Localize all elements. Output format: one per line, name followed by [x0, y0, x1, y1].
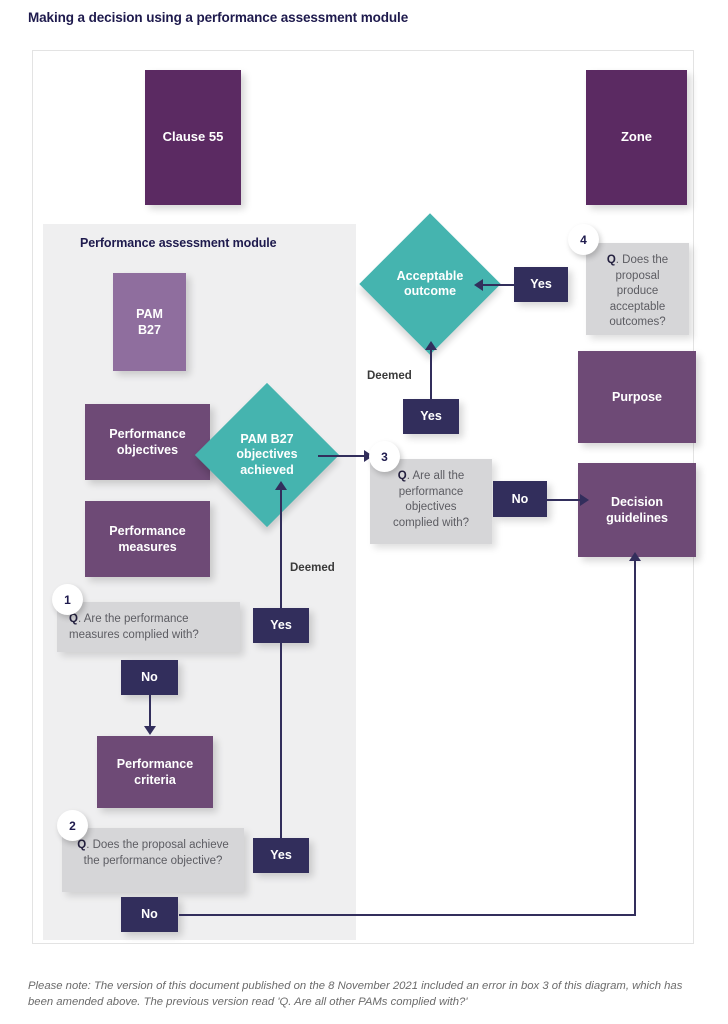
badge-question-2: 2	[57, 810, 88, 841]
badge-question-2-number: 2	[69, 818, 76, 833]
question-1-prefix: Q	[69, 613, 78, 625]
page-title: Making a decision using a performance as…	[28, 10, 409, 25]
line-q4-yes-left	[481, 284, 515, 286]
arrowhead-q4-yes	[474, 279, 483, 291]
line-q3-yes-up	[430, 349, 432, 399]
question-box-2: Q. Does the proposal achieve the perform…	[62, 828, 244, 892]
answer-q4-yes-label: Yes	[530, 277, 552, 292]
node-zone[interactable]: Zone	[586, 70, 687, 205]
question-2-text: . Does the proposal achieve the performa…	[83, 839, 229, 867]
answer-q3-no-label: No	[511, 491, 529, 506]
panel-title: Performance assessment module	[80, 236, 277, 250]
answer-q2-no-label: No	[141, 907, 158, 922]
answer-q1-yes[interactable]: Yes	[253, 608, 309, 643]
question-2-prefix: Q	[77, 839, 87, 851]
answer-q3-no[interactable]: No	[493, 481, 547, 517]
answer-q3-yes-label: Yes	[420, 409, 442, 424]
question-box-1: Q. Are the performance measures complied…	[57, 602, 240, 652]
answer-q3-yes[interactable]: Yes	[403, 399, 459, 434]
node-clause-55-label: Clause 55	[162, 129, 224, 145]
badge-question-1: 1	[52, 584, 83, 615]
node-performance-criteria[interactable]: Performance criteria	[97, 736, 213, 808]
arrowhead-q1-no	[144, 726, 156, 735]
line-to-decision-guidelines	[634, 560, 636, 916]
diamond-acceptable-outcome-label: Acceptable outcome	[396, 268, 464, 298]
node-purpose-label: Purpose	[611, 389, 662, 404]
arrowhead-decision-guidelines	[629, 552, 641, 561]
arrowhead-acceptable-outcome	[425, 341, 437, 350]
arrowhead-q1-yes	[275, 481, 287, 490]
answer-q1-no-label: No	[141, 670, 158, 685]
answer-q1-yes-label: Yes	[270, 618, 292, 633]
answer-q2-no[interactable]: No	[121, 897, 178, 932]
question-box-4: Q. Does the proposal produce acceptable …	[586, 243, 689, 335]
badge-question-3-number: 3	[381, 449, 388, 464]
node-decision-guidelines[interactable]: Decision guidelines	[578, 463, 696, 557]
answer-q1-no[interactable]: No	[121, 660, 178, 695]
node-purpose[interactable]: Purpose	[578, 351, 696, 443]
diamond-acceptable-outcome[interactable]: Acceptable outcome	[359, 213, 501, 355]
label-deemed-upper: Deemed	[367, 370, 412, 382]
node-performance-objectives[interactable]: Performance objectives	[85, 404, 210, 480]
node-zone-label: Zone	[620, 129, 653, 145]
question-3-prefix: Q	[397, 470, 407, 482]
node-decision-guidelines-label: Decision guidelines	[606, 494, 668, 525]
line-q2-yes-up	[280, 640, 282, 840]
diamond-pam-b27-objectives-achieved[interactable]: PAM B27 objectives achieved	[194, 382, 340, 528]
question-1-text: . Are the performance measures complied …	[69, 613, 199, 641]
question-4-prefix: Q	[606, 254, 616, 266]
line-q1-no-to-criteria	[149, 695, 151, 729]
label-deemed-lower: Deemed	[290, 562, 335, 574]
question-box-3: Q. Are all the performance objectives co…	[370, 459, 492, 544]
answer-q2-yes-label: Yes	[270, 848, 292, 863]
line-diamond-to-q3	[318, 455, 368, 457]
badge-question-1-number: 1	[64, 592, 71, 607]
answer-q2-yes[interactable]: Yes	[253, 838, 309, 873]
line-q1-yes-to-diamond	[280, 487, 282, 608]
diamond-pam-b27-label: PAM B27 objectives achieved	[236, 432, 298, 477]
arrowhead-q3-no	[580, 494, 589, 506]
question-4-text: . Does the proposal produce acceptable o…	[609, 254, 669, 329]
badge-question-4: 4	[568, 224, 599, 255]
line-q2-no-right	[179, 914, 636, 916]
badge-question-3: 3	[369, 441, 400, 472]
node-pam-b27-label: PAM B27	[136, 306, 163, 337]
node-performance-objectives-label: Performance objectives	[109, 426, 186, 457]
badge-question-4-number: 4	[580, 232, 587, 247]
node-pam-b27[interactable]: PAM B27	[113, 273, 186, 371]
node-performance-measures-label: Performance measures	[109, 523, 186, 554]
node-performance-measures[interactable]: Performance measures	[85, 501, 210, 577]
footnote: Please note: The version of this documen…	[28, 980, 683, 1009]
answer-q4-yes[interactable]: Yes	[514, 267, 568, 302]
node-clause-55[interactable]: Clause 55	[145, 70, 241, 205]
node-performance-criteria-label: Performance criteria	[116, 756, 194, 787]
